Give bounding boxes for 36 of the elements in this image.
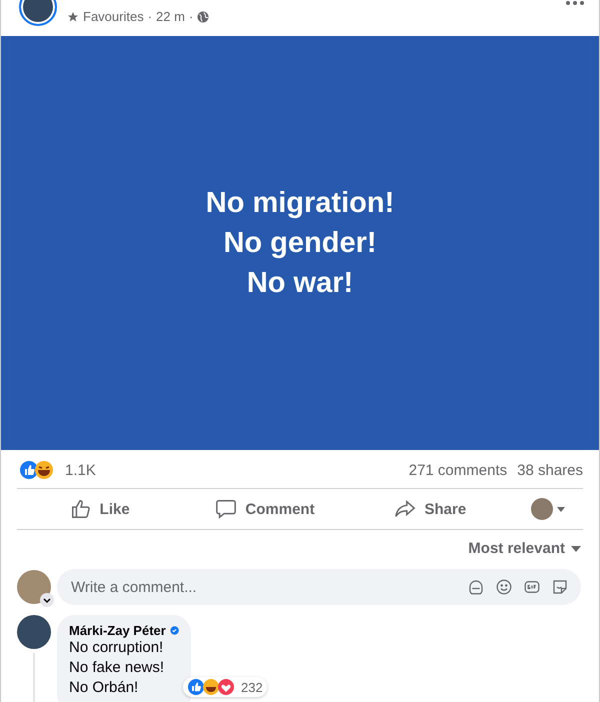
comment-text: No Orbán! bbox=[69, 678, 140, 698]
share-count[interactable]: 38 shares bbox=[517, 462, 583, 478]
comment-text: No corruption! bbox=[69, 638, 164, 658]
chevron-down-icon[interactable] bbox=[40, 593, 54, 607]
gif-icon[interactable] bbox=[523, 578, 541, 596]
thumbs-up-icon bbox=[70, 498, 92, 520]
comment-button[interactable]: Comment bbox=[182, 489, 348, 529]
separator-dot: · bbox=[148, 9, 152, 24]
sticker-icon[interactable] bbox=[551, 578, 569, 596]
image-text: No war! bbox=[246, 266, 354, 301]
comment-field[interactable]: Write a comment... bbox=[57, 569, 581, 605]
reactions-icon[interactable] bbox=[19, 460, 55, 480]
avatar-sticker-icon[interactable] bbox=[467, 578, 485, 596]
sort-dropdown[interactable]: Most relevant bbox=[468, 536, 581, 561]
reactions-icon bbox=[187, 678, 237, 696]
image-text: No gender! bbox=[223, 226, 377, 261]
comment-reactions[interactable]: 232 bbox=[183, 677, 267, 697]
comment-input[interactable]: Write a comment... bbox=[69, 578, 457, 596]
emoji-icon[interactable] bbox=[495, 578, 513, 596]
reaction-count[interactable]: 1.1K bbox=[65, 462, 96, 478]
comment-count[interactable]: 271 comments bbox=[408, 462, 508, 478]
caret-icon bbox=[571, 546, 581, 552]
comment-text: No fake news! bbox=[69, 658, 166, 678]
commenter-avatar[interactable] bbox=[17, 615, 51, 649]
share-button[interactable]: Share bbox=[348, 489, 513, 529]
separator-dot: · bbox=[188, 9, 194, 24]
audience-label[interactable]: Favourites bbox=[83, 9, 144, 24]
star-icon bbox=[67, 10, 79, 22]
more-options-icon[interactable] bbox=[565, 0, 585, 6]
commenter-name[interactable]: Márki-Zay Péter bbox=[69, 623, 166, 638]
image-text: No migration! bbox=[206, 186, 394, 221]
post-time[interactable]: 22 m bbox=[156, 9, 185, 24]
caret-icon bbox=[556, 506, 565, 512]
globe-icon bbox=[197, 10, 210, 22]
speech-bubble-icon bbox=[215, 498, 238, 520]
like-button[interactable]: Like bbox=[17, 489, 182, 529]
